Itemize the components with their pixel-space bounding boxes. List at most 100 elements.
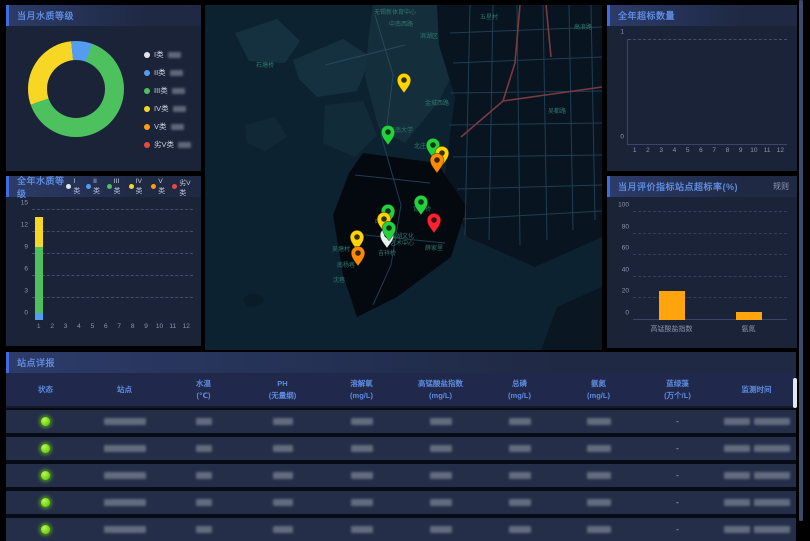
redacted-time xyxy=(754,418,790,425)
panel-rate-titlebar: 当月评价指标站点超标率(%) 规则 xyxy=(607,176,797,197)
y-tick-label: 100 xyxy=(618,202,629,209)
x-tick-label: 7 xyxy=(712,147,716,154)
table-row[interactable]: - xyxy=(6,518,796,541)
rate-bar[interactable] xyxy=(736,312,762,320)
rules-button[interactable]: 规则 xyxy=(773,181,789,192)
table-header: 状态站点水温(℃)PH(无量纲)溶解氧(mg/L)高锰酸盐指数(mg/L)总磷(… xyxy=(6,373,796,406)
redacted-time xyxy=(754,526,790,533)
donut-chart[interactable] xyxy=(28,41,124,137)
table-cell xyxy=(559,526,638,533)
x-tick-label: 12 xyxy=(183,323,190,330)
table-row[interactable]: - xyxy=(6,410,796,433)
x-tick-label: 9 xyxy=(739,147,743,154)
redacted-value xyxy=(104,445,146,452)
map-pin[interactable] xyxy=(380,123,396,145)
redacted-value xyxy=(178,142,191,148)
legend-item: 劣V类 xyxy=(172,177,193,197)
redacted-value xyxy=(587,472,611,479)
redacted-value xyxy=(196,526,212,533)
x-tick-label: 6 xyxy=(699,147,703,154)
redacted-value xyxy=(104,472,146,479)
table-row[interactable]: - xyxy=(6,491,796,514)
table-cell xyxy=(480,445,559,452)
gridline xyxy=(32,253,193,254)
y-tick-label: 0 xyxy=(24,310,28,317)
column-header: 状态 xyxy=(6,384,85,395)
y-tick-label: 60 xyxy=(622,245,629,252)
panel-title: 全年水质等级 xyxy=(17,174,66,200)
table-cell xyxy=(322,445,401,452)
table-cell xyxy=(6,470,85,481)
redacted-value xyxy=(430,472,452,479)
table-row[interactable]: - xyxy=(6,464,796,487)
table-cell xyxy=(322,526,401,533)
legend-label: II类 xyxy=(154,67,166,78)
map-label: 石塘桥 xyxy=(256,61,274,69)
table-row[interactable]: - xyxy=(6,437,796,460)
bar-segment[interactable] xyxy=(35,313,43,320)
donut-hole xyxy=(47,60,105,118)
x-tick-label: 8 xyxy=(131,323,135,330)
map-pin[interactable] xyxy=(381,219,397,241)
x-category-label: 氨氮 xyxy=(742,324,756,334)
table-cell xyxy=(164,445,243,452)
table-cell xyxy=(559,499,638,506)
legend-dot xyxy=(151,184,156,189)
legend-label: III类 xyxy=(154,85,168,96)
table-cell: - xyxy=(638,498,717,507)
table-cell xyxy=(480,526,559,533)
bar-segment[interactable] xyxy=(35,247,43,313)
table-scrollbar[interactable] xyxy=(793,378,797,408)
column-unit: (mg/L) xyxy=(480,390,559,401)
redacted-date xyxy=(724,418,750,425)
line-chart[interactable]: 01123456789101112 xyxy=(627,39,787,145)
table-cell xyxy=(6,443,85,454)
column-unit: (mg/L) xyxy=(322,390,401,401)
map-pin[interactable] xyxy=(350,244,366,266)
redacted-time xyxy=(754,445,790,452)
rate-bar[interactable] xyxy=(659,291,685,320)
x-tick-label: 5 xyxy=(686,147,690,154)
redacted-value xyxy=(104,418,146,425)
map-pin[interactable] xyxy=(396,71,412,93)
x-tick-label: 2 xyxy=(50,323,54,330)
x-tick-label: 7 xyxy=(117,323,121,330)
gridline xyxy=(32,275,193,276)
y-tick-label: 9 xyxy=(24,244,28,251)
table-cell: - xyxy=(638,444,717,453)
map-pin[interactable] xyxy=(429,151,445,173)
redacted-value xyxy=(351,418,373,425)
map-pin[interactable] xyxy=(426,211,442,233)
redacted-value xyxy=(587,499,611,506)
table-cell xyxy=(164,472,243,479)
redacted-value xyxy=(196,418,212,425)
map-label: 金城西路 xyxy=(425,99,449,107)
donut-legend: I类II类III类IV类V类劣V类 xyxy=(144,49,191,150)
map-label: 薛家里 xyxy=(425,244,443,252)
redacted-time xyxy=(754,499,790,506)
redacted-value xyxy=(170,70,183,76)
column-label: 氨氮 xyxy=(559,378,638,389)
map[interactable]: 石塘桥无锡新体育中心中南西路滨湖区五星村高浪路吴都路金城西路江南大学北庄桥青祁桥… xyxy=(205,5,602,350)
column-label: 站点 xyxy=(85,384,164,395)
bar-segment[interactable] xyxy=(35,217,43,246)
x-tick-label: 9 xyxy=(144,323,148,330)
legend-item: V类 xyxy=(144,121,191,132)
table-cell xyxy=(717,526,796,533)
panel-title: 全年超标数量 xyxy=(618,9,675,22)
rate-bar-chart[interactable]: 020406080100高锰酸盐指数氨氮 xyxy=(633,212,787,320)
redacted-value xyxy=(509,499,531,506)
legend-label: I类 xyxy=(154,49,164,60)
stacked-bar-chart[interactable]: 03691215123456789101112 xyxy=(32,210,193,320)
page-scrollbar[interactable] xyxy=(799,0,803,521)
table-cell xyxy=(401,472,480,479)
legend-item: V类 xyxy=(151,178,166,195)
table-cell xyxy=(6,524,85,535)
column-header: 总磷(mg/L) xyxy=(480,378,559,401)
column-header: PH(无量纲) xyxy=(243,378,322,401)
column-header: 站点 xyxy=(85,384,164,395)
panel-year-quality-titlebar: 全年水质等级 I类II类III类IV类V类劣V类 xyxy=(6,176,201,197)
map-label: 中南西路 xyxy=(389,20,413,28)
x-tick-label: 4 xyxy=(673,147,677,154)
legend-dot xyxy=(107,184,112,189)
